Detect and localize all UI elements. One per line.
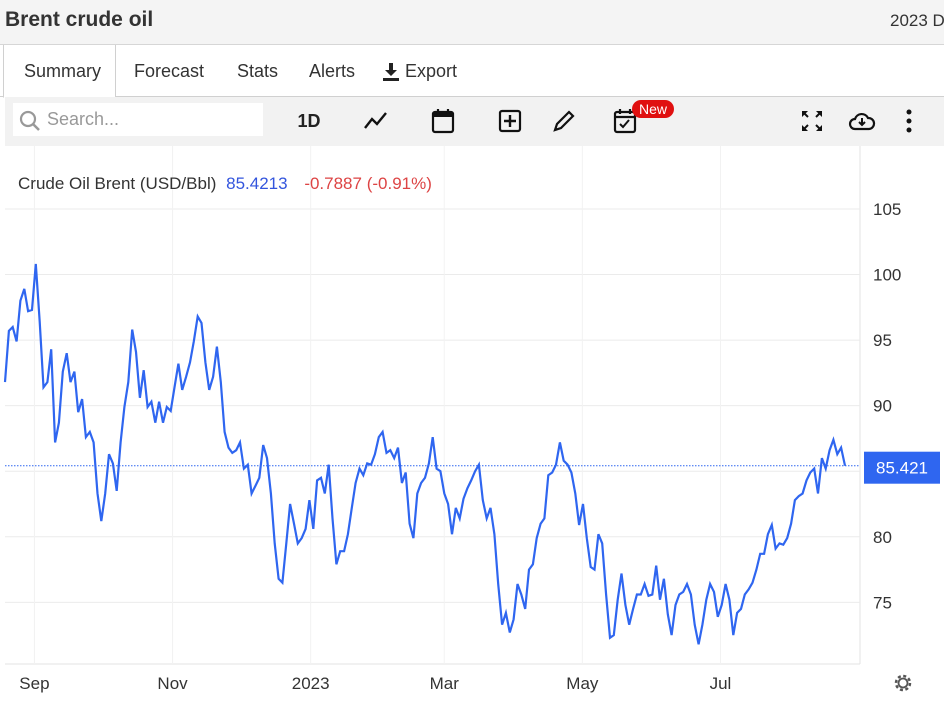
- y-tick-label: 75: [873, 593, 892, 612]
- x-tick-label: Mar: [430, 674, 460, 693]
- tab-summary[interactable]: Summary: [3, 45, 116, 98]
- download-button[interactable]: [848, 107, 876, 135]
- new-badge: New: [632, 100, 675, 118]
- page-title: Brent crude oil: [5, 8, 154, 31]
- x-tick-label: Jul: [710, 674, 732, 693]
- more-options-button[interactable]: [895, 107, 923, 135]
- draw-button[interactable]: [550, 107, 578, 135]
- add-indicator-button[interactable]: [496, 107, 524, 135]
- tab-stats[interactable]: Stats: [237, 61, 278, 82]
- settings-gear-icon: [894, 674, 912, 692]
- fullscreen-icon: [802, 111, 822, 131]
- legend-value: 85.4213: [226, 174, 287, 193]
- tab-alerts[interactable]: Alerts: [309, 61, 355, 82]
- x-tick-label: Nov: [157, 674, 188, 693]
- chart-legend: Crude Oil Brent (USD/Bbl) 85.4213 -0.788…: [18, 174, 432, 193]
- year-label: 2023 D: [890, 11, 944, 30]
- tab-export[interactable]: Export: [381, 61, 457, 82]
- export-label: Export: [405, 61, 458, 81]
- date-range-button[interactable]: [429, 107, 457, 135]
- add-indicator-icon: [498, 109, 522, 133]
- search-input[interactable]: [13, 103, 263, 136]
- x-axis: Sep Nov 2023 Mar May Jul: [19, 674, 731, 693]
- legend-series-name: Crude Oil Brent (USD/Bbl): [18, 174, 216, 193]
- x-tick-label: Sep: [19, 674, 49, 693]
- price-line: [3, 263, 847, 645]
- chart-type-button[interactable]: [362, 107, 390, 135]
- chart-toolbar: 1D: [5, 97, 944, 146]
- last-price-label: 85.421: [876, 459, 928, 478]
- more-vertical-icon: [906, 109, 912, 133]
- y-tick-label: 105: [873, 200, 901, 219]
- search-icon: [19, 110, 40, 131]
- line-chart-icon: [364, 112, 387, 129]
- cloud-download-icon: [848, 112, 876, 131]
- chart-svg: 7580859095100105 SepNov2023MarMayJul 85.…: [3, 146, 940, 693]
- fullscreen-button[interactable]: [798, 107, 826, 135]
- calendar-icon: [431, 109, 455, 134]
- title-bar: Brent crude oil 2023 D: [0, 0, 944, 45]
- y-tick-label: 80: [873, 528, 892, 547]
- y-tick-label: 100: [873, 266, 901, 285]
- interval-button[interactable]: 1D: [294, 107, 324, 135]
- tab-bar: Summary Forecast Stats Alerts Export: [0, 45, 944, 98]
- download-icon: [383, 62, 399, 81]
- y-tick-label: 95: [873, 331, 892, 350]
- x-tick-label: 2023: [292, 674, 330, 693]
- x-tick-label: May: [566, 674, 599, 693]
- legend-change: -0.7887 (-0.91%): [304, 174, 432, 193]
- grid-lines: [5, 146, 861, 665]
- y-axis: 7580859095100105: [873, 200, 901, 612]
- y-tick-label: 90: [873, 397, 892, 416]
- price-chart[interactable]: 7580859095100105 SepNov2023MarMayJul 85.…: [0, 146, 944, 705]
- pencil-icon: [553, 110, 575, 132]
- tab-forecast[interactable]: Forecast: [134, 61, 204, 82]
